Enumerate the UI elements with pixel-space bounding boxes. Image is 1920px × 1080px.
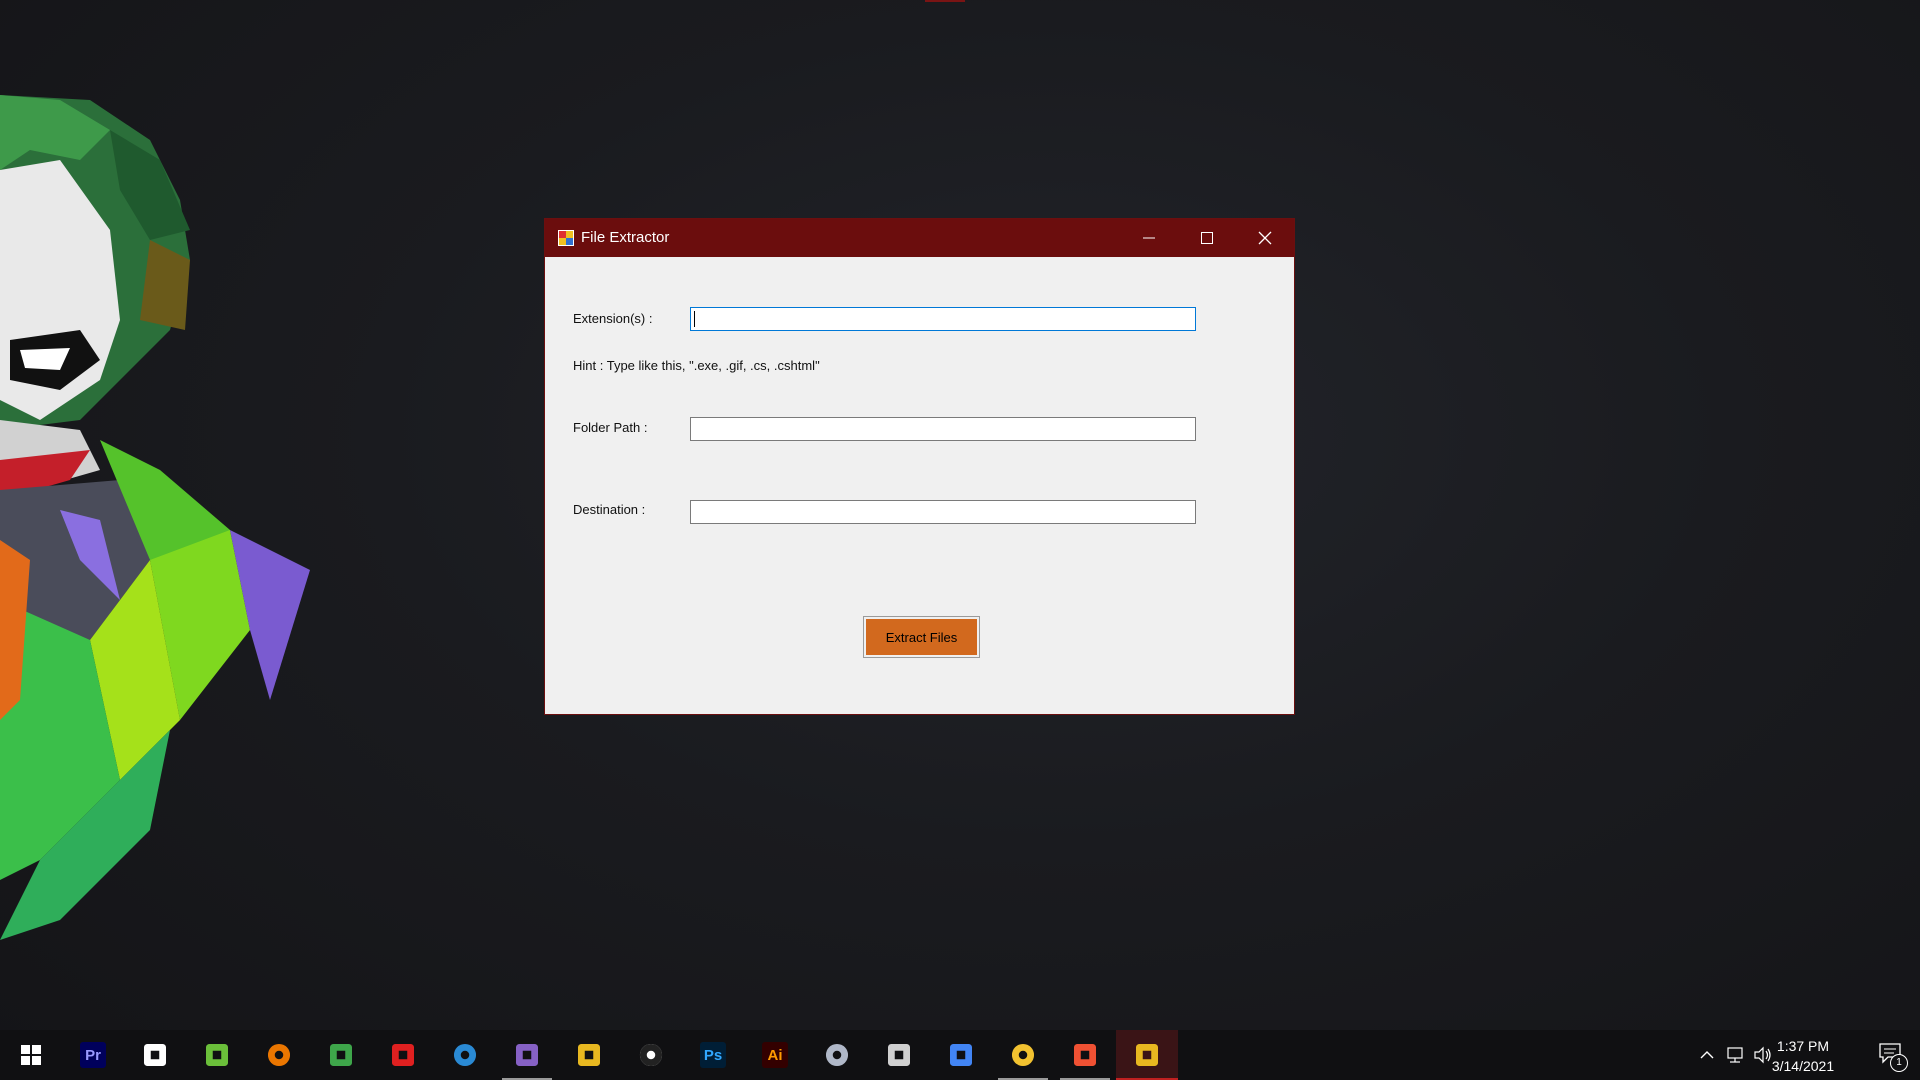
- minimize-button[interactable]: [1120, 219, 1178, 257]
- visual-studio-icon: [516, 1044, 538, 1066]
- close-button[interactable]: [1236, 219, 1294, 257]
- desktop: File Extractor Extension(s) : Hint : Typ…: [0, 0, 1920, 1080]
- taskbar-app-button[interactable]: Ps: [682, 1030, 744, 1080]
- taskbar-app-button[interactable]: [434, 1030, 496, 1080]
- notification-center-button[interactable]: 1: [1878, 1042, 1908, 1072]
- maximize-icon: [1201, 232, 1213, 244]
- taskbar-app-button[interactable]: [992, 1030, 1054, 1080]
- vscode-icon: [454, 1044, 476, 1066]
- extract-files-button[interactable]: Extract Files: [863, 616, 980, 658]
- minimize-icon: [1143, 237, 1155, 239]
- taskbar-app-button[interactable]: [1116, 1030, 1178, 1080]
- taskbar-app-button[interactable]: [806, 1030, 868, 1080]
- taskbar-app-button[interactable]: [310, 1030, 372, 1080]
- chevron-up-icon: [1700, 1051, 1714, 1059]
- top-accent-bar: [925, 0, 965, 2]
- extensions-input[interactable]: [690, 307, 1196, 331]
- taskbar-app-button[interactable]: [930, 1030, 992, 1080]
- taskbar-app-button[interactable]: [186, 1030, 248, 1080]
- title-bar[interactable]: File Extractor: [545, 219, 1294, 257]
- destination-label: Destination :: [573, 502, 646, 517]
- tray-chevron-button[interactable]: [1696, 1044, 1718, 1066]
- taskbar-app-button[interactable]: [558, 1030, 620, 1080]
- illustrator-icon: Ai: [762, 1042, 788, 1068]
- start-button[interactable]: [0, 1030, 62, 1080]
- taskbar-app-button[interactable]: [124, 1030, 186, 1080]
- taskbar: Pr Ps Ai 1:37 PM 3/14/2021 1: [0, 1030, 1920, 1080]
- blender-icon: [268, 1044, 290, 1066]
- wallpaper-joker-art: [0, 95, 310, 940]
- taskbar-app-button[interactable]: Pr: [62, 1030, 124, 1080]
- obs-icon: [144, 1044, 166, 1066]
- taskbar-app-button[interactable]: [868, 1030, 930, 1080]
- settings-tool-icon: [826, 1044, 848, 1066]
- window-title: File Extractor: [581, 229, 670, 246]
- folder-path-input[interactable]: [690, 417, 1196, 441]
- file-extractor-window: File Extractor Extension(s) : Hint : Typ…: [544, 218, 1295, 715]
- taskbar-app-button[interactable]: [248, 1030, 310, 1080]
- file-extractor-app-icon: [558, 230, 574, 246]
- clock-time: 1:37 PM: [1776, 1038, 1830, 1054]
- folder-path-label: Folder Path :: [573, 420, 648, 435]
- system-tray: 1:37 PM 3/14/2021 1: [1620, 1030, 1920, 1080]
- form-body: Extension(s) : Hint : Type like this, ".…: [545, 257, 1294, 714]
- hint-text: Hint : Type like this, ".exe, .gif, .cs,…: [573, 358, 820, 373]
- window-capture-icon: [888, 1044, 910, 1066]
- clock[interactable]: 1:37 PM 3/14/2021: [1758, 1036, 1848, 1076]
- taskbar-app-button[interactable]: [496, 1030, 558, 1080]
- notepad-icon: [206, 1044, 228, 1066]
- close-icon: [1258, 231, 1272, 245]
- windows-start-icon: [21, 1045, 41, 1065]
- maximize-button[interactable]: [1178, 219, 1236, 257]
- text-caret: [694, 311, 695, 327]
- premiere-pro-icon: Pr: [80, 1042, 106, 1068]
- atlas-icon: [330, 1044, 352, 1066]
- photoshop-icon: Ps: [700, 1042, 726, 1068]
- taskbar-app-button[interactable]: [1054, 1030, 1116, 1080]
- unity-icon: [639, 1043, 663, 1067]
- taskbar-app-button[interactable]: [372, 1030, 434, 1080]
- chrome-icon: [950, 1044, 972, 1066]
- notification-count-badge: 1: [1890, 1054, 1908, 1072]
- destination-input[interactable]: [690, 500, 1196, 524]
- device-manager-icon: [578, 1044, 600, 1066]
- clock-date: 3/14/2021: [1771, 1058, 1835, 1074]
- network-icon: [1727, 1047, 1743, 1063]
- heart-app-icon: [392, 1044, 414, 1066]
- taskbar-app-button[interactable]: [620, 1030, 682, 1080]
- file-explorer-icon: [1012, 1044, 1034, 1066]
- extensions-label: Extension(s) :: [573, 311, 653, 326]
- taskbar-app-button[interactable]: Ai: [744, 1030, 806, 1080]
- network-button[interactable]: [1724, 1044, 1746, 1066]
- file-extractor-taskbar-icon: [1136, 1044, 1158, 1066]
- git-icon: [1074, 1044, 1096, 1066]
